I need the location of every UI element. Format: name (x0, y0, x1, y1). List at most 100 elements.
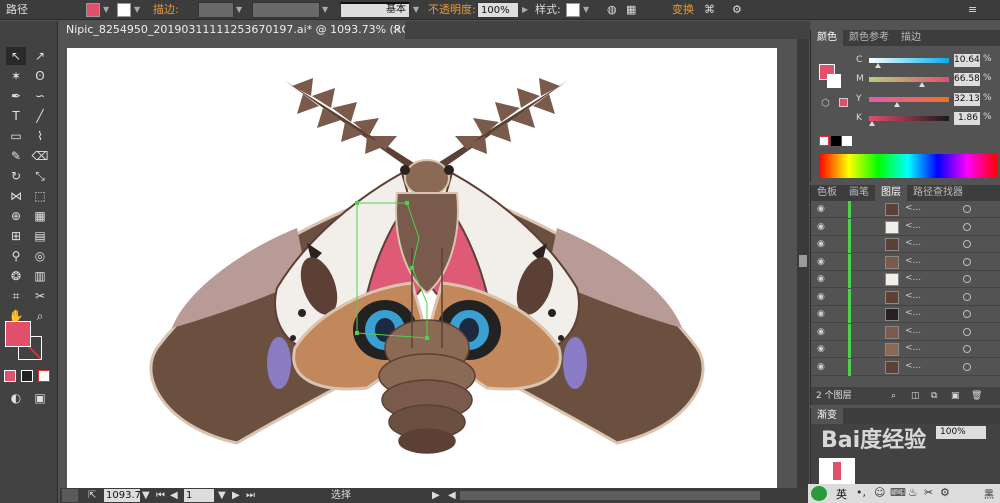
close-icon[interactable]: × (392, 21, 401, 39)
selection-tool-icon[interactable]: ↖ (6, 47, 26, 65)
clipping-mask-icon[interactable]: ◫ (911, 387, 920, 405)
slider-c-value[interactable]: 10.64 (954, 54, 980, 67)
first-artboard-icon[interactable]: ⏮ (156, 489, 165, 502)
recolor-icon[interactable]: ◍ (607, 2, 617, 18)
delete-layer-icon[interactable]: 🗑 (971, 387, 982, 405)
align-icon[interactable]: ▦ (626, 2, 636, 18)
eye-icon[interactable]: ◉ (817, 274, 825, 284)
layer-row[interactable]: ◉ <... (811, 253, 1000, 271)
options-icon[interactable]: ⚙ (732, 2, 742, 18)
fill-color-box[interactable] (5, 321, 31, 347)
slider-c[interactable]: C 10.64 % (811, 54, 1000, 68)
variable-width-field[interactable] (252, 2, 320, 18)
prev-artboard-icon[interactable]: ◀ (170, 489, 178, 502)
symbol-sprayer-tool-icon[interactable]: ❂ (6, 267, 26, 285)
moth-illustration[interactable] (67, 48, 777, 488)
status-arrow-icon[interactable]: ▶ (432, 489, 440, 502)
vertical-scrollbar[interactable] (797, 39, 809, 488)
stroke-weight-field[interactable] (198, 2, 234, 18)
line-tool-icon[interactable]: ╱ (30, 107, 50, 125)
rotate-tool-icon[interactable]: ↻ (6, 167, 26, 185)
eye-icon[interactable]: ◉ (817, 292, 825, 302)
eye-icon[interactable]: ◉ (817, 362, 825, 372)
shape-builder-tool-icon[interactable]: ⊕ (6, 207, 26, 225)
eyedropper-tool-icon[interactable]: ⚲ (6, 247, 26, 265)
layer-name[interactable]: <... (905, 343, 921, 353)
target-icon[interactable] (963, 222, 971, 231)
locate-object-icon[interactable]: ⌕ (891, 387, 896, 405)
ime-mode-label[interactable]: 英 (836, 486, 847, 502)
next-artboard-icon[interactable]: ▶ (232, 489, 240, 502)
canvas-area[interactable] (60, 39, 797, 488)
gradient-tool-icon[interactable]: ▤ (30, 227, 50, 245)
layer-name[interactable]: <... (905, 238, 921, 248)
slider-c-knob[interactable] (875, 63, 881, 68)
tab-color-guide[interactable]: 颜色参考 (843, 30, 895, 46)
slider-k[interactable]: K 1.86 % (811, 112, 1000, 126)
artboard-nav-icon[interactable]: ⇱ (88, 489, 96, 502)
fill-swatch[interactable] (86, 3, 100, 17)
target-icon[interactable] (963, 362, 971, 371)
target-icon[interactable] (963, 327, 971, 336)
layer-row[interactable]: ◉ <... (811, 306, 1000, 323)
color-spectrum[interactable] (819, 154, 997, 178)
tab-layers[interactable]: 图层 (875, 185, 907, 201)
slider-m[interactable]: M 66.58 % (811, 73, 1000, 87)
eye-icon[interactable]: ◉ (817, 327, 825, 337)
tab-stroke[interactable]: 描边 (895, 30, 927, 46)
layer-row[interactable]: ◉ <... (811, 358, 1000, 376)
scroll-left-icon[interactable]: ◀ (448, 489, 456, 502)
status-icon[interactable] (62, 489, 78, 502)
ime-tools-icon[interactable]: ✂ (924, 486, 933, 499)
chevron-down-icon[interactable]: ▼ (218, 489, 226, 502)
ime-skin-icon[interactable]: ♨ (908, 486, 918, 499)
slider-m-value[interactable]: 66.58 (954, 73, 980, 86)
artboard-tool-icon[interactable]: ⌗ (6, 287, 26, 305)
zoom-field[interactable]: 1093.7 (104, 489, 141, 502)
layer-name[interactable]: <... (905, 203, 921, 213)
artboard[interactable] (67, 48, 777, 488)
slider-y-track[interactable] (869, 97, 949, 102)
ime-settings-icon[interactable]: ⚙ (940, 486, 950, 499)
layer-name[interactable]: <... (905, 326, 921, 336)
chevron-down-icon[interactable]: ▼ (142, 489, 150, 502)
gradient-thumbnail[interactable] (819, 458, 855, 484)
layer-row[interactable]: ◉ <... (811, 236, 1000, 253)
artboard-field[interactable]: 1 (184, 489, 214, 502)
opacity-label[interactable]: 不透明度: (428, 2, 476, 18)
eraser-tool-icon[interactable]: ⌫ (30, 147, 50, 165)
ime-punctuation-icon[interactable]: •, (856, 486, 866, 499)
black-swatch[interactable] (831, 136, 841, 146)
slider-m-knob[interactable] (919, 82, 925, 87)
gradient-mode-icon[interactable] (21, 370, 33, 382)
target-icon[interactable] (963, 345, 971, 353)
none-color-swatch[interactable] (819, 136, 829, 146)
curvature-tool-icon[interactable]: ∽ (30, 87, 50, 105)
lasso-tool-icon[interactable]: ʘ (30, 67, 50, 85)
target-icon[interactable] (963, 310, 971, 318)
new-sublayer-icon[interactable]: ⧉ (931, 387, 937, 405)
tab-swatches[interactable]: 色板 (811, 185, 843, 201)
layer-name[interactable]: <... (905, 308, 921, 318)
draw-mode-icon[interactable]: ◐ (6, 389, 26, 407)
horizontal-scrollbar[interactable] (460, 491, 760, 500)
ime-emoji-icon[interactable]: ☺ (874, 486, 885, 499)
target-icon[interactable] (963, 240, 971, 248)
tab-pathfinder[interactable]: 路径查找器 (907, 185, 969, 201)
layer-row[interactable]: ◉ <... (811, 218, 1000, 236)
panel-menu-icon[interactable]: ≡ (968, 2, 977, 18)
target-icon[interactable] (963, 257, 971, 266)
gradient-value-field[interactable]: 100% (936, 426, 986, 439)
ime-logo-icon[interactable] (811, 486, 827, 501)
paintbrush-tool-icon[interactable]: ⌇ (30, 127, 50, 145)
layer-name[interactable]: <... (905, 291, 921, 301)
perspective-grid-tool-icon[interactable]: ▦ (30, 207, 50, 225)
slice-tool-icon[interactable]: ✂ (30, 287, 50, 305)
slider-y[interactable]: Y 32.13 % (811, 93, 1000, 107)
white-swatch[interactable] (842, 136, 852, 146)
eye-icon[interactable]: ◉ (817, 257, 825, 267)
tab-color[interactable]: 颜色 (811, 30, 843, 46)
rectangle-tool-icon[interactable]: ▭ (6, 127, 26, 145)
isolate-icon[interactable]: ⌘ (704, 2, 715, 18)
direct-selection-tool-icon[interactable]: ↗ (30, 47, 50, 65)
